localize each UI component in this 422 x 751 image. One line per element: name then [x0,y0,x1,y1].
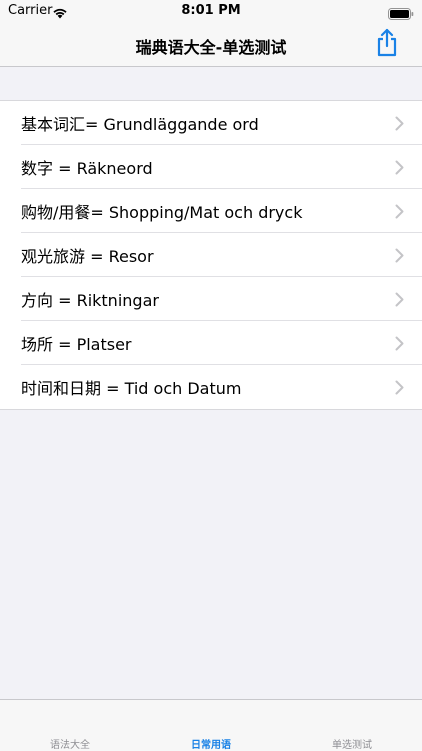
chevron-right-icon [395,292,404,307]
list-item[interactable]: 购物/用餐= Shopping/Mat och dryck [0,189,422,233]
list-item-label: 方向 = Riktningar [21,291,159,310]
tab-bar: 语法大全 日常用语 单选测试 [0,699,422,751]
share-icon [377,28,397,57]
page-title: 瑞典语大全-单选测试 [135,38,287,57]
navigation-bar: 瑞典语大全-单选测试 [0,22,422,67]
list-item-label: 基本词汇= Grundläggande ord [21,115,259,134]
chevron-right-icon [395,336,404,351]
chevron-right-icon [395,248,404,263]
list-item-label: 观光旅游 = Resor [21,247,154,266]
status-bar: Carrier 8:01 PM [0,0,422,22]
tab-grammar[interactable]: 语法大全 [0,736,140,751]
list-item-label: 场所 = Platser [21,335,132,354]
list-item[interactable]: 基本词汇= Grundläggande ord [0,101,422,145]
tab-quiz[interactable]: 单选测试 [282,736,422,751]
list-item-label: 数字 = Räkneord [21,159,153,178]
list-item[interactable]: 场所 = Platser [0,321,422,365]
list-item[interactable]: 方向 = Riktningar [0,277,422,321]
share-button[interactable] [374,28,400,58]
list-item[interactable]: 数字 = Räkneord [0,145,422,189]
list-item[interactable]: 观光旅游 = Resor [0,233,422,277]
chevron-right-icon [395,160,404,175]
category-list: 基本词汇= Grundläggande ord 数字 = Räkneord 购物… [0,100,422,410]
list-item[interactable]: 时间和日期 = Tid och Datum [0,365,422,409]
chevron-right-icon [395,116,404,131]
list-item-label: 购物/用餐= Shopping/Mat och dryck [21,203,303,222]
chevron-right-icon [395,380,404,395]
tab-daily-phrases[interactable]: 日常用语 [141,736,281,751]
status-time: 8:01 PM [181,3,241,18]
list-item-label: 时间和日期 = Tid och Datum [21,379,242,398]
chevron-right-icon [395,204,404,219]
